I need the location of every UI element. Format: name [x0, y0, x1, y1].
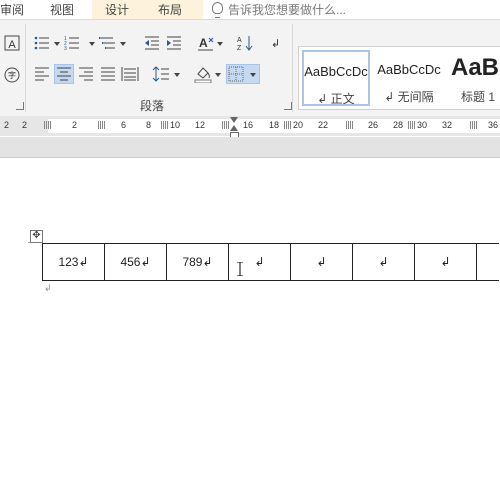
- ruler-tick-label: 28: [393, 120, 404, 130]
- multilevel-list-icon[interactable]: [99, 34, 117, 52]
- ruler-tick-label: 20: [293, 120, 304, 130]
- table-cell[interactable]: ↲: [414, 243, 477, 281]
- svg-text:Z: Z: [237, 45, 242, 52]
- table-cell[interactable]: 123↲: [42, 243, 105, 281]
- group-separator: [25, 24, 26, 112]
- style-sample: AaB: [451, 54, 500, 81]
- horizontal-ruler[interactable]: 2 2 2 6 8 10 12 16 18 20 22 26 28 30 32 …: [0, 116, 500, 136]
- chevron-down-icon[interactable]: [120, 42, 126, 46]
- tab-review[interactable]: 审阅: [0, 1, 24, 18]
- tell-me-search[interactable]: 告诉我您想要做什么...: [228, 1, 346, 18]
- align-right-icon[interactable]: [77, 65, 95, 83]
- column-marker[interactable]: [222, 121, 229, 129]
- svg-text:A: A: [199, 36, 208, 50]
- ruler-tick-label: 22: [318, 120, 329, 130]
- style-heading-1[interactable]: AaB 标题 1: [447, 50, 500, 106]
- style-no-spacing[interactable]: AaBbCcDc ↲ 无间隔: [374, 50, 444, 106]
- svg-text:A: A: [237, 37, 242, 44]
- table[interactable]: 123↲ 456↲ 789↲ ↲ ↲ ↲ ↲: [42, 243, 499, 281]
- ruler-tick-label: 32: [442, 120, 453, 130]
- ruler-tick-label: 8: [146, 120, 152, 130]
- table-cell[interactable]: [476, 243, 499, 281]
- tab-design[interactable]: 设计: [105, 1, 129, 18]
- table-cell[interactable]: 789↲: [166, 243, 229, 281]
- ruler-tick-label: 16: [243, 120, 254, 130]
- styles-gallery: AaBbCcDc ↲ 正文 AaBbCcDc ↲ 无间隔 AaB 标题 1: [298, 46, 500, 110]
- svg-text:字: 字: [8, 70, 16, 80]
- ruler-tick-label: 26: [368, 120, 379, 130]
- shading-icon[interactable]: [194, 65, 212, 83]
- ribbon: A 字 123 A AZ ↲ 段落 AaBbCcDc ↲ 正文 AaBbCcDc…: [0, 19, 500, 117]
- table-cell[interactable]: 456↲: [104, 243, 167, 281]
- column-marker[interactable]: [44, 121, 51, 129]
- chinese-layout-icon[interactable]: A: [197, 34, 215, 52]
- distributed-align-icon[interactable]: [121, 65, 139, 83]
- chevron-down-icon[interactable]: [217, 42, 223, 46]
- style-normal[interactable]: AaBbCcDc ↲ 正文: [302, 50, 370, 106]
- tab-view[interactable]: 视图: [50, 1, 74, 18]
- line-spacing-icon[interactable]: [152, 65, 170, 83]
- chevron-down-icon[interactable]: [89, 42, 95, 46]
- style-name: 标题 1: [461, 90, 496, 104]
- ruler-tick-label: 18: [269, 120, 280, 130]
- style-name: ↲ 无间隔: [384, 90, 434, 104]
- column-marker[interactable]: [346, 121, 353, 129]
- justify-icon[interactable]: [99, 65, 117, 83]
- character-border-icon[interactable]: A: [3, 34, 21, 52]
- table-move-handle-icon[interactable]: ✥: [30, 230, 43, 243]
- lightbulb-icon: [212, 2, 223, 18]
- chevron-down-icon[interactable]: [250, 73, 256, 77]
- ruler-tick-label: 6: [121, 120, 127, 130]
- ruler-tick-label: 2: [22, 120, 28, 130]
- ruler-tick-label: 10: [170, 120, 181, 130]
- style-name: ↲ 正文: [317, 92, 355, 106]
- group-separator: [292, 24, 293, 112]
- font-dialog-launcher-icon[interactable]: [16, 102, 24, 110]
- numbering-icon[interactable]: 123: [63, 34, 81, 52]
- ruler-tick-label: 36: [488, 120, 499, 130]
- decrease-indent-icon[interactable]: [143, 34, 161, 52]
- svg-text:3: 3: [64, 46, 67, 52]
- ruler-tick-label: 2: [4, 120, 10, 130]
- column-marker[interactable]: [161, 121, 168, 129]
- align-center-icon[interactable]: [54, 64, 74, 84]
- paragraph-mark: ↲: [44, 283, 52, 293]
- show-hide-marks-icon[interactable]: ↲: [268, 34, 286, 52]
- column-marker[interactable]: [284, 121, 291, 129]
- bullets-icon[interactable]: [33, 34, 51, 52]
- document-top-gap: [0, 137, 500, 158]
- style-sample: AaBbCcDc: [377, 62, 441, 77]
- svg-text:↲: ↲: [271, 37, 280, 50]
- ruler-tick-label: 12: [195, 120, 206, 130]
- column-marker[interactable]: [98, 121, 105, 129]
- table-cell[interactable]: ↲: [352, 243, 415, 281]
- document-page[interactable]: [0, 158, 500, 500]
- chevron-down-icon[interactable]: [54, 42, 60, 46]
- paragraph-dialog-launcher-icon[interactable]: [284, 102, 292, 110]
- ribbon-tab-bar: 审阅 视图 设计 布局 告诉我您想要做什么...: [0, 0, 500, 19]
- table-cell[interactable]: ↲: [290, 243, 353, 281]
- increase-indent-icon[interactable]: [165, 34, 183, 52]
- paragraph-group-label: 段落: [140, 99, 165, 113]
- first-line-indent-marker[interactable]: [230, 117, 238, 123]
- style-sample: AaBbCcDc: [304, 64, 368, 79]
- hanging-indent-marker[interactable]: [230, 125, 238, 131]
- sort-icon[interactable]: AZ: [236, 34, 254, 52]
- tab-layout[interactable]: 布局: [158, 1, 182, 18]
- column-marker[interactable]: [408, 121, 415, 129]
- chevron-down-icon[interactable]: [215, 73, 221, 77]
- text-cursor-icon: [237, 261, 243, 277]
- table-row: 123↲ 456↲ 789↲ ↲ ↲ ↲ ↲: [42, 243, 499, 281]
- enclose-characters-icon[interactable]: 字: [3, 66, 21, 84]
- ruler-tick-label: 30: [417, 120, 428, 130]
- column-marker[interactable]: [470, 121, 477, 129]
- ruler-tick-label: 2: [72, 120, 78, 130]
- chevron-down-icon[interactable]: [174, 73, 180, 77]
- align-left-icon[interactable]: [33, 65, 51, 83]
- svg-text:A: A: [8, 39, 16, 51]
